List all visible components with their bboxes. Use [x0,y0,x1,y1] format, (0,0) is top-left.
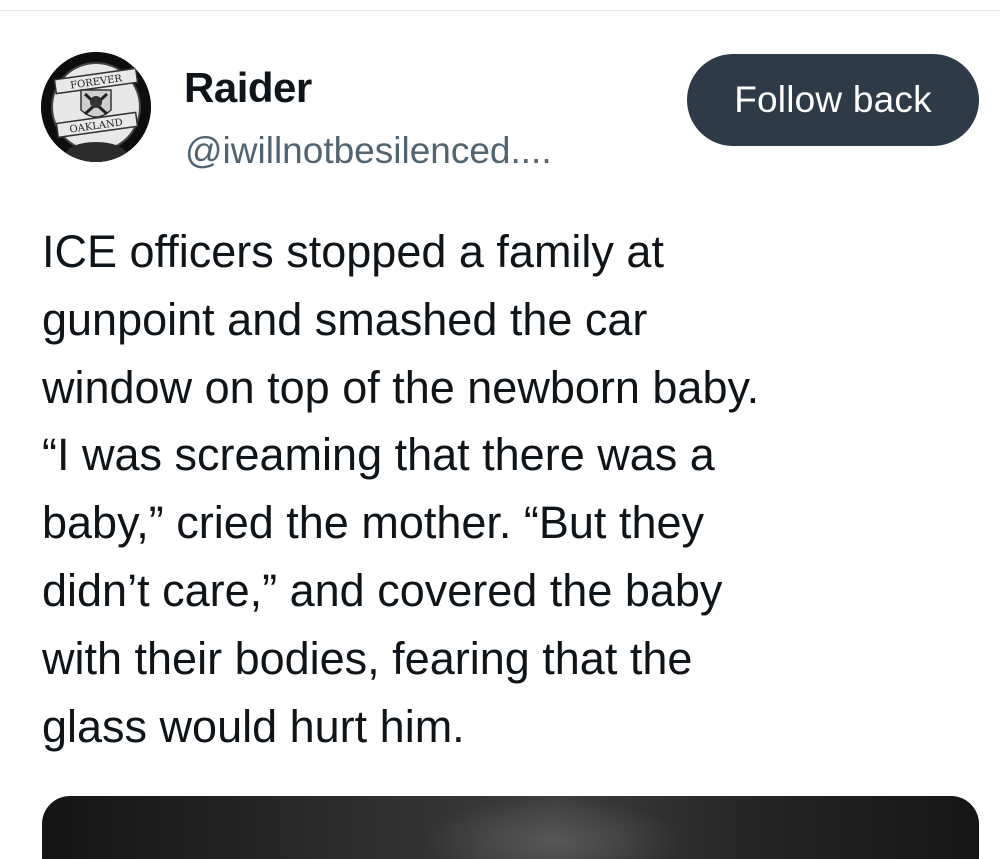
post-text: ICE officers stopped a family at gunpoin… [42,226,760,752]
author-display-name[interactable]: Raider [184,63,312,113]
follow-back-button[interactable]: Follow back [687,54,979,146]
top-divider [0,10,1000,11]
author-handle[interactable]: @iwillnotbesilenced.... [185,128,552,174]
avatar[interactable]: FOREVER OAKLAND [41,52,151,162]
raiders-logo-icon: FOREVER OAKLAND [41,52,151,162]
post-media-image[interactable] [42,796,979,859]
post-view: FOREVER OAKLAND Raider @iwillnotbesilenc… [0,0,1000,859]
